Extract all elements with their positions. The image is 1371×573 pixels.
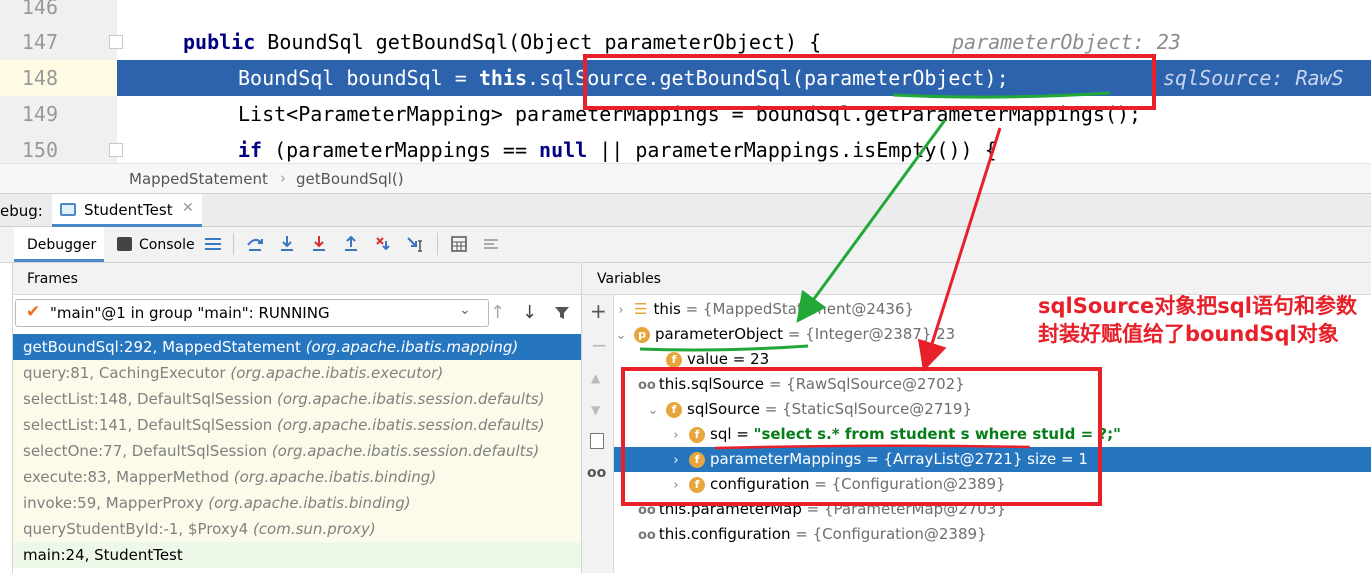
red-arrow — [917, 127, 1002, 372]
highlight-box-variables — [621, 367, 1102, 506]
green-underline — [892, 91, 1111, 99]
annotation-overlay — [583, 54, 1156, 506]
highlight-box-code — [583, 54, 1156, 110]
green-underline-param — [639, 344, 809, 352]
green-arrow — [796, 119, 947, 323]
red-underline — [714, 444, 1031, 450]
